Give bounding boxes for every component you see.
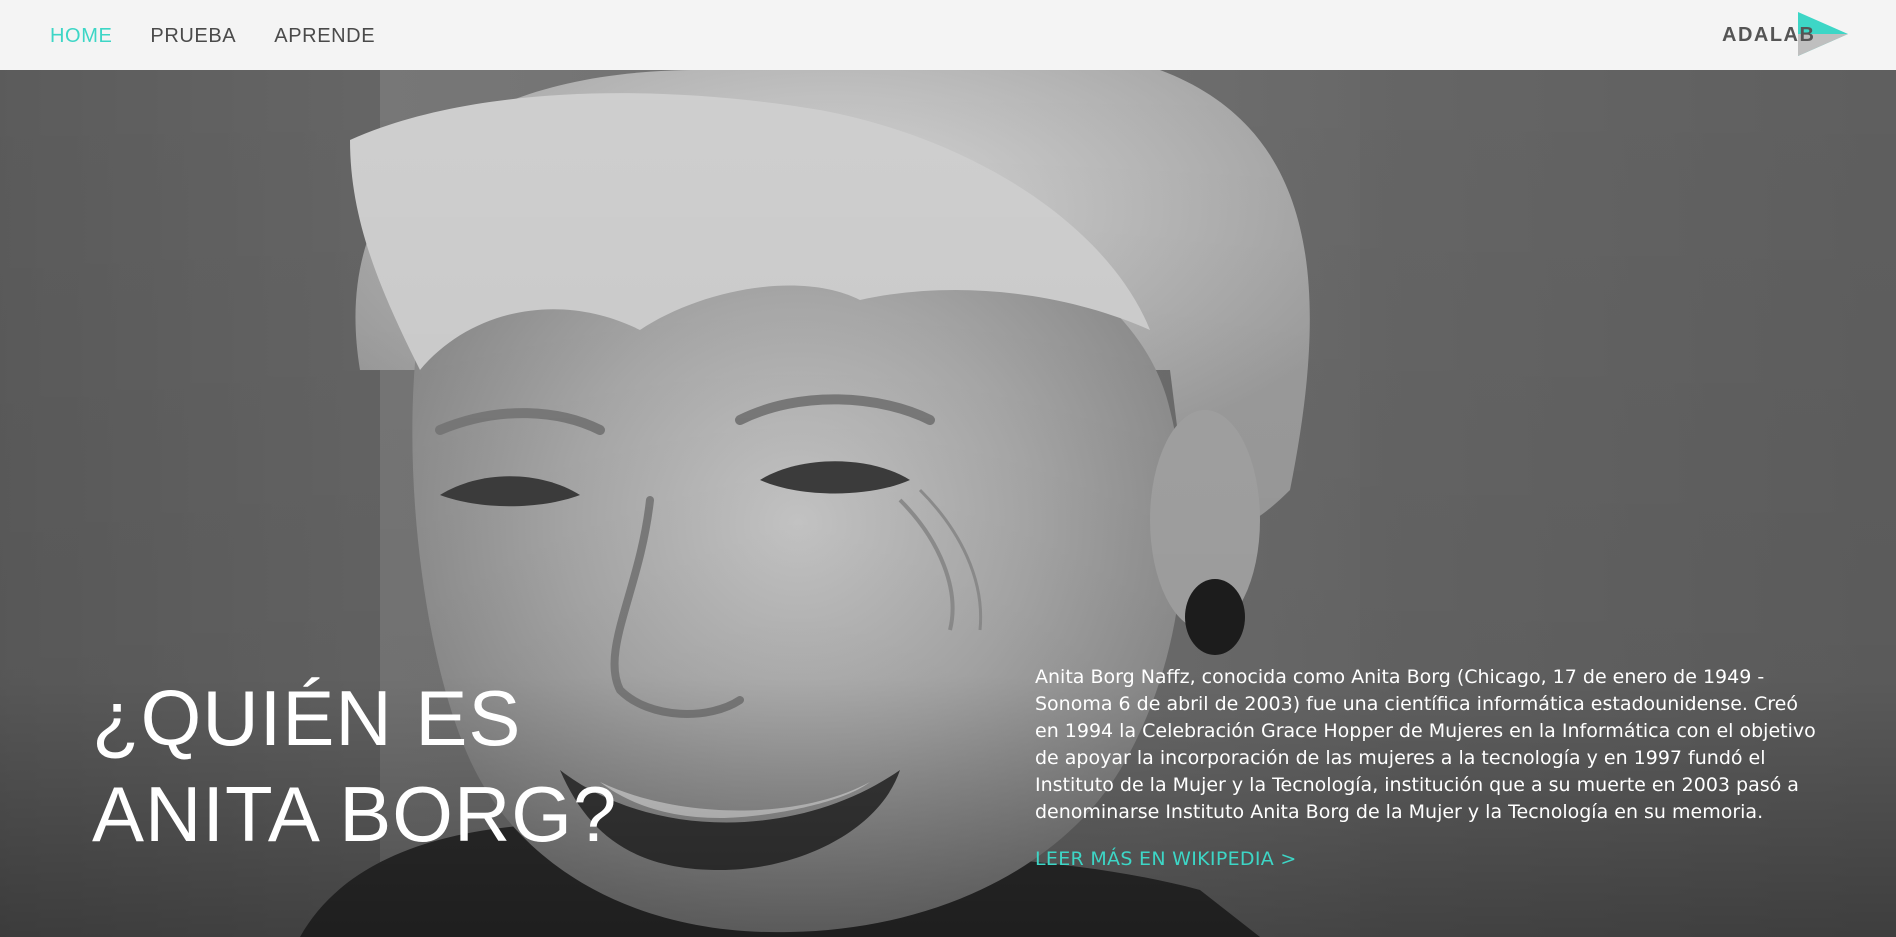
wikipedia-read-more-link[interactable]: LEER MÁS EN WIKIPEDIA >	[1035, 848, 1297, 870]
top-navigation-bar: HOME PRUEBA APRENDE ADALAB	[0, 0, 1896, 70]
biography-text: Anita Borg Naffz, conocida como Anita Bo…	[1035, 666, 1816, 823]
nav-home-link[interactable]: HOME	[50, 23, 112, 48]
hero-title-line-1: ¿QUIÉN ES	[92, 674, 522, 762]
hero-title-line-2: ANITA BORG?	[92, 770, 618, 858]
hero-title: ¿QUIÉN ES ANITA BORG?	[92, 670, 712, 862]
logo-text: ADALAB	[1722, 24, 1816, 46]
nav-aprende-link[interactable]: APRENDE	[274, 23, 375, 48]
nav-prueba-link[interactable]: PRUEBA	[150, 23, 236, 48]
adalab-logo[interactable]: ADALAB	[1722, 10, 1850, 58]
main-nav: HOME PRUEBA APRENDE	[50, 0, 375, 70]
hero-section: ¿QUIÉN ES ANITA BORG? Anita Borg Naffz, …	[0, 70, 1896, 937]
